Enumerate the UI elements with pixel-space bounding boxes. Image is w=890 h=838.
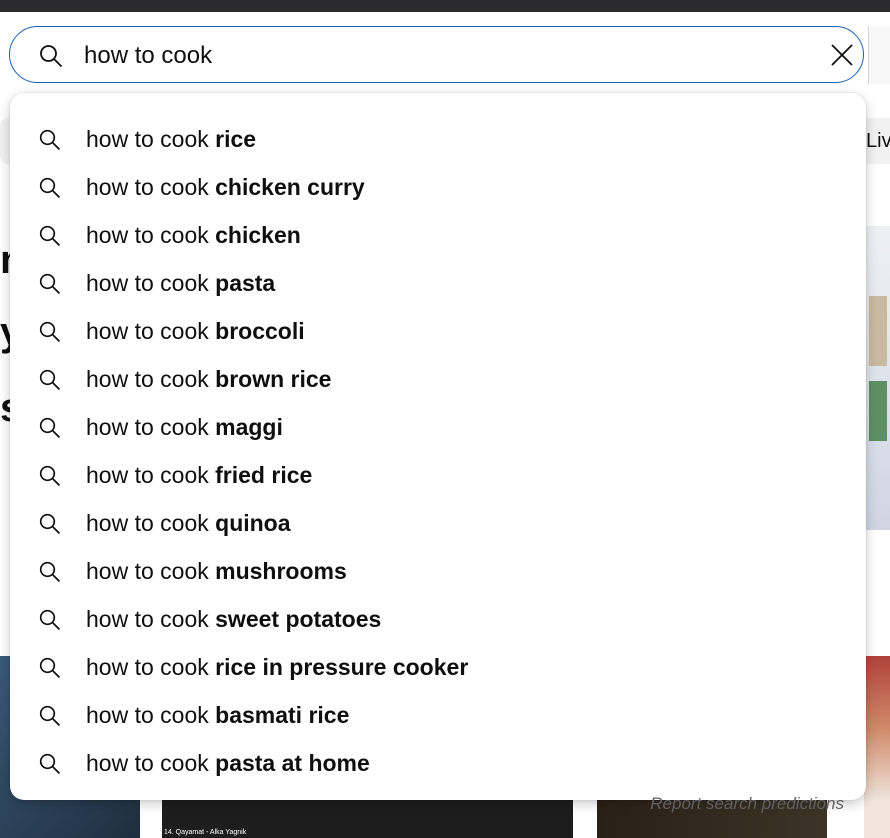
- suggestion-item[interactable]: how to cook rice in pressure cooker: [10, 644, 866, 692]
- suggestion-item[interactable]: how to cook pasta at home: [10, 740, 866, 788]
- suggestion-prefix: how to cook: [86, 174, 216, 200]
- report-search-predictions-link[interactable]: Report search predictions: [650, 794, 844, 814]
- suggestion-item[interactable]: how to cook maggi: [10, 404, 866, 452]
- suggestion-prefix: how to cook: [86, 222, 216, 248]
- suggestion-text: how to cook pasta: [86, 270, 275, 297]
- suggestion-prefix: how to cook: [86, 366, 216, 392]
- clear-search-button[interactable]: [828, 41, 856, 69]
- suggestion-item[interactable]: how to cook mushrooms: [10, 548, 866, 596]
- suggestion-item[interactable]: how to cook quinoa: [10, 500, 866, 548]
- suggestion-text: how to cook rice in pressure cooker: [86, 654, 468, 681]
- suggestion-item[interactable]: how to cook chicken curry: [10, 164, 866, 212]
- suggestion-text: how to cook basmati rice: [86, 702, 349, 729]
- suggestion-prefix: how to cook: [86, 270, 216, 296]
- search-icon: [38, 560, 62, 584]
- suggestion-text: how to cook chicken: [86, 222, 301, 249]
- suggestion-item[interactable]: how to cook sweet potatoes: [10, 596, 866, 644]
- suggestion-text: how to cook quinoa: [86, 510, 291, 537]
- suggestion-item[interactable]: how to cook pasta: [10, 260, 866, 308]
- suggestion-completion: broccoli: [215, 318, 305, 344]
- suggestion-prefix: how to cook: [86, 126, 216, 152]
- suggestion-text: how to cook fried rice: [86, 462, 312, 489]
- suggestion-item[interactable]: how to cook chicken: [10, 212, 866, 260]
- suggestion-item[interactable]: how to cook rice: [10, 116, 866, 164]
- suggestion-prefix: how to cook: [86, 558, 216, 584]
- search-icon: [38, 272, 62, 296]
- suggestion-completion: mushrooms: [215, 558, 347, 584]
- close-icon: [831, 44, 853, 66]
- suggestion-completion: chicken curry: [215, 174, 365, 200]
- suggestion-text: how to cook brown rice: [86, 366, 331, 393]
- search-icon: [38, 320, 62, 344]
- suggestion-text: how to cook sweet potatoes: [86, 606, 381, 633]
- search-icon: [38, 368, 62, 392]
- suggestion-completion: chicken: [215, 222, 301, 248]
- suggestion-prefix: how to cook: [86, 606, 216, 632]
- suggestion-completion: fried rice: [215, 462, 313, 488]
- suggestion-prefix: how to cook: [86, 750, 216, 776]
- suggestion-text: how to cook chicken curry: [86, 174, 365, 201]
- search-icon: [38, 608, 62, 632]
- suggestion-text: how to cook rice: [86, 126, 256, 153]
- suggestion-prefix: how to cook: [86, 654, 216, 680]
- background-thumbnail[interactable]: [864, 226, 890, 530]
- suggestion-text: how to cook mushrooms: [86, 558, 347, 585]
- suggestion-prefix: how to cook: [86, 510, 216, 536]
- suggestion-completion: rice in pressure cooker: [215, 654, 469, 680]
- suggestion-prefix: how to cook: [86, 702, 216, 728]
- search-icon: [38, 464, 62, 488]
- suggestion-text: how to cook pasta at home: [86, 750, 370, 777]
- suggestion-prefix: how to cook: [86, 318, 216, 344]
- suggestion-completion: rice: [215, 126, 257, 152]
- search-icon: [38, 176, 62, 200]
- search-icon: [38, 512, 62, 536]
- suggestion-item[interactable]: how to cook brown rice: [10, 356, 866, 404]
- search-input[interactable]: [82, 35, 786, 77]
- thumbnail-caption: 14. Qayamat - Alka Yagnik: [164, 829, 247, 836]
- suggestion-text: how to cook maggi: [86, 414, 283, 441]
- background-chip-label: Liv: [866, 130, 890, 152]
- search-suggestions-dropdown: how to cook rice how to cook chicken curr…: [10, 93, 866, 813]
- search-icon: [38, 656, 62, 680]
- search-icon: [38, 128, 62, 152]
- search-button-edge[interactable]: [868, 26, 890, 84]
- suggestion-item[interactable]: how to cook broccoli: [10, 308, 866, 356]
- suggestion-completion: quinoa: [215, 510, 291, 536]
- search-icon: [38, 752, 62, 776]
- background-thumbnail[interactable]: [864, 656, 890, 838]
- suggestion-text: how to cook broccoli: [86, 318, 305, 345]
- suggestion-completion: sweet potatoes: [215, 606, 382, 632]
- suggestion-item[interactable]: how to cook fried rice: [10, 452, 866, 500]
- suggestion-completion: pasta at home: [215, 750, 370, 776]
- suggestion-item[interactable]: how to cook basmati rice: [10, 692, 866, 740]
- suggestion-prefix: how to cook: [86, 414, 216, 440]
- suggestion-prefix: how to cook: [86, 462, 216, 488]
- suggestion-completion: pasta: [215, 270, 276, 296]
- search-bar: [9, 26, 864, 83]
- search-icon: [38, 43, 64, 69]
- background-thumbnail[interactable]: 14. Qayamat - Alka Yagnik: [162, 800, 573, 838]
- suggestion-completion: brown rice: [215, 366, 332, 392]
- search-icon: [38, 704, 62, 728]
- suggestion-completion: basmati rice: [215, 702, 350, 728]
- search-icon: [38, 224, 62, 248]
- suggestion-completion: maggi: [215, 414, 283, 440]
- search-icon: [38, 416, 62, 440]
